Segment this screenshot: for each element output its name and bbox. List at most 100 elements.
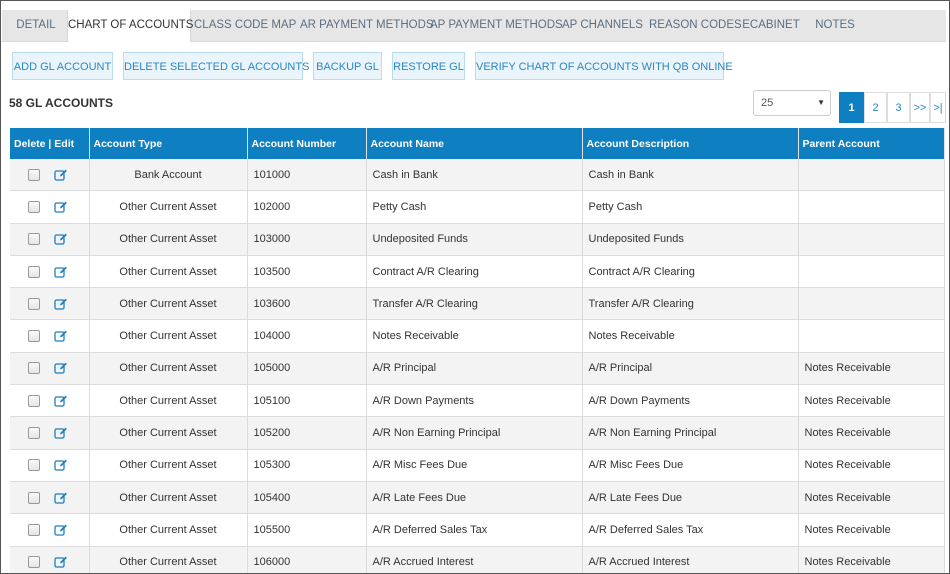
edit-icon[interactable] (54, 361, 68, 375)
tab-ar-payment-methods[interactable]: AR PAYMENT METHODS (300, 10, 434, 41)
delete-checkbox[interactable] (28, 233, 40, 246)
account-number-cell: 101000 (247, 159, 367, 192)
table-row: Other Current Asset 105200 A/R Non Earning… (10, 416, 945, 450)
account-type-cell: Other Current Asset (89, 287, 248, 321)
account-type-cell: Other Current Asset (89, 255, 248, 289)
table-row: Other Current Asset 102000 Petty Cash Petty… (10, 190, 945, 224)
account-description-cell: A/R Misc Fees Due (582, 449, 799, 482)
tab-chart-of-accounts[interactable]: CHART OF ACCOUNTS (67, 10, 193, 42)
verify-chart-of-accounts-button[interactable]: VERIFY CHART OF ACCOUNTS WITH QB ONLINE (475, 52, 733, 80)
account-name-cell: A/R Down Payments (366, 384, 583, 418)
table-row: Other Current Asset 105400 A/R Late Fees D… (10, 481, 945, 515)
tab-class-code-map[interactable]: CLASS CODE MAP (194, 10, 296, 41)
tab-reason-codes[interactable]: REASON CODES (649, 10, 742, 41)
tab-notes[interactable]: NOTES (810, 10, 860, 41)
edit-icon[interactable] (54, 329, 68, 343)
edit-icon[interactable] (54, 232, 68, 246)
account-type-cell: Bank Account (89, 159, 248, 192)
backup-gl-button[interactable]: BACKUP GL (313, 52, 382, 80)
restore-gl-button[interactable]: RESTORE GL (392, 52, 465, 80)
edit-icon[interactable] (54, 491, 68, 505)
page-size-select[interactable]: 25 ▼ (753, 90, 831, 116)
account-number-cell: 105300 (247, 449, 367, 482)
page-2-button[interactable]: 2 (864, 92, 887, 123)
parent-account-cell (798, 255, 945, 289)
delete-checkbox[interactable] (28, 394, 40, 407)
column-header-account-name[interactable]: Account Name (366, 128, 583, 159)
account-name-cell: Petty Cash (366, 190, 583, 224)
column-header-account-type[interactable]: Account Type (89, 128, 248, 159)
next-pages-button[interactable]: >> (910, 92, 930, 123)
table-row: Other Current Asset 103600 Transfer A/R Cl… (10, 287, 945, 321)
edit-icon[interactable] (54, 200, 68, 214)
account-number-cell: 103000 (247, 223, 367, 256)
delete-checkbox[interactable] (28, 459, 40, 472)
account-number-cell: 105100 (247, 384, 367, 418)
delete-checkbox[interactable] (28, 265, 40, 278)
account-number-cell: 104000 (247, 319, 367, 353)
parent-account-cell: Notes Receivable (798, 416, 945, 450)
parent-account-cell: Notes Receivable (798, 384, 945, 418)
add-gl-account-button[interactable]: ADD GL ACCOUNT (12, 52, 113, 80)
delete-checkbox[interactable] (28, 200, 40, 213)
tab-detail[interactable]: DETAIL (7, 10, 65, 41)
column-header-delete-edit: Delete | Edit (10, 128, 90, 159)
parent-account-cell (798, 319, 945, 353)
edit-icon[interactable] (54, 458, 68, 472)
delete-checkbox[interactable] (28, 330, 40, 343)
delete-checkbox[interactable] (28, 556, 40, 569)
delete-edit-cell (10, 416, 90, 450)
delete-checkbox[interactable] (28, 523, 40, 536)
tab-ecabinet[interactable]: ECABINET (740, 10, 802, 41)
delete-checkbox[interactable] (28, 297, 40, 310)
page-size-value: 25 (761, 97, 774, 109)
delete-checkbox[interactable] (28, 362, 40, 375)
table-row: Other Current Asset 105500 A/R Deferred Sa… (10, 513, 945, 547)
column-header-parent-account[interactable]: Parent Account (798, 128, 945, 159)
edit-icon[interactable] (54, 168, 68, 182)
tab-ap-payment-methods[interactable]: AP PAYMENT METHODS (430, 10, 563, 41)
parent-account-cell (798, 287, 945, 321)
account-name-cell: A/R Misc Fees Due (366, 449, 583, 482)
last-page-button[interactable]: >| (930, 92, 946, 123)
delete-checkbox[interactable] (28, 168, 40, 181)
account-description-cell: Transfer A/R Clearing (582, 287, 799, 321)
account-name-cell: A/R Principal (366, 352, 583, 386)
edit-icon[interactable] (54, 394, 68, 408)
table-row: Other Current Asset 103000 Undeposited Fun… (10, 223, 945, 256)
edit-icon[interactable] (54, 297, 68, 311)
account-type-cell: Other Current Asset (89, 481, 248, 515)
delete-checkbox[interactable] (28, 427, 40, 440)
account-description-cell: Notes Receivable (582, 319, 799, 353)
parent-account-cell: Notes Receivable (798, 481, 945, 515)
column-header-account-number[interactable]: Account Number (247, 128, 367, 159)
edit-icon[interactable] (54, 523, 68, 537)
parent-account-cell: Notes Receivable (798, 513, 945, 547)
page-1-button[interactable]: 1 (839, 92, 864, 123)
column-header-account-description[interactable]: Account Description (582, 128, 799, 159)
account-name-cell: Cash in Bank (366, 159, 583, 192)
edit-icon[interactable] (54, 426, 68, 440)
account-description-cell: Undeposited Funds (582, 223, 799, 256)
account-type-cell: Other Current Asset (89, 449, 248, 482)
account-number-cell: 103500 (247, 255, 367, 289)
delete-edit-cell (10, 352, 90, 386)
edit-icon[interactable] (54, 265, 68, 279)
delete-edit-cell (10, 255, 90, 289)
table-row: Other Current Asset 103500 Contract A/R Cl… (10, 255, 945, 289)
account-description-cell: A/R Down Payments (582, 384, 799, 418)
account-number-cell: 105400 (247, 481, 367, 515)
delete-checkbox[interactable] (28, 491, 40, 504)
tab-ap-channels[interactable]: AP CHANNELS (562, 10, 643, 41)
account-name-cell: A/R Deferred Sales Tax (366, 513, 583, 547)
chart-of-accounts-panel: DETAIL CHART OF ACCOUNTS CLASS CODE MAP … (0, 0, 950, 574)
page-3-button[interactable]: 3 (887, 92, 910, 123)
edit-icon[interactable] (54, 555, 68, 569)
account-type-cell: Other Current Asset (89, 319, 248, 353)
delete-edit-cell (10, 481, 90, 515)
account-name-cell: A/R Non Earning Principal (366, 416, 583, 450)
account-description-cell: Petty Cash (582, 190, 799, 224)
account-type-cell: Other Current Asset (89, 416, 248, 450)
account-number-cell: 106000 (247, 546, 367, 573)
delete-selected-gl-accounts-button[interactable]: DELETE SELECTED GL ACCOUNTS (123, 52, 309, 80)
